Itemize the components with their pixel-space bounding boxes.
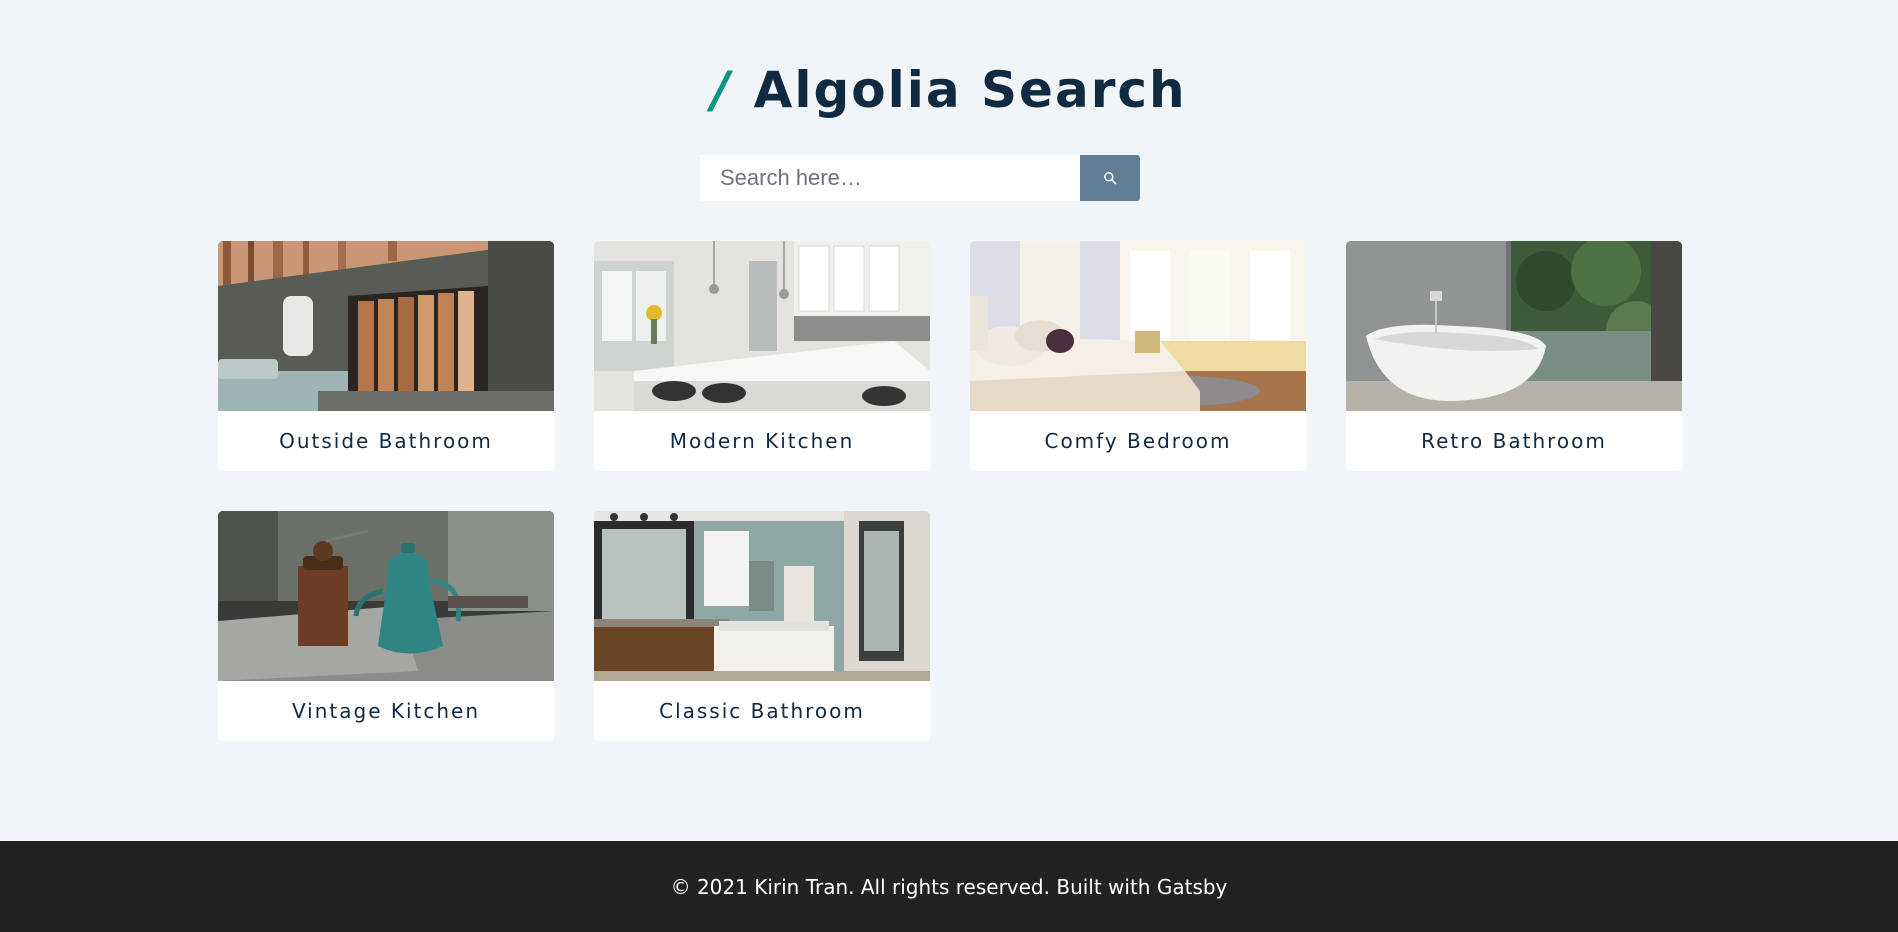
footer: © 2021 Kirin Tran. All rights reserved. … [0,841,1898,932]
result-card[interactable]: Comfy Bedroom [970,241,1306,471]
page-title: / Algolia Search [0,58,1898,122]
search-input[interactable] [700,155,1080,201]
card-image-outside-bathroom[interactable] [218,241,554,411]
card-image-vintage-kitchen[interactable] [218,511,554,681]
result-card[interactable]: Modern Kitchen [594,241,930,471]
results-grid: Outside Bathroom Modern Kitchen Comfy Be… [218,241,1682,741]
card-image-retro-bathroom[interactable] [1346,241,1682,411]
result-card[interactable]: Outside Bathroom [218,241,554,471]
result-card[interactable]: Classic Bathroom [594,511,930,741]
title-slash: / [711,61,732,119]
card-title[interactable]: Modern Kitchen [594,411,930,471]
card-title[interactable]: Vintage Kitchen [218,681,554,741]
card-title[interactable]: Outside Bathroom [218,411,554,471]
card-title[interactable]: Classic Bathroom [594,681,930,741]
search-form [700,155,1140,201]
card-image-modern-kitchen[interactable] [594,241,930,411]
card-image-classic-bathroom[interactable] [594,511,930,681]
result-card[interactable]: Retro Bathroom [1346,241,1682,471]
search-icon [1104,172,1117,185]
card-title[interactable]: Comfy Bedroom [970,411,1306,471]
result-card[interactable]: Vintage Kitchen [218,511,554,741]
title-text: Algolia Search [753,61,1187,119]
footer-copyright: © 2021 Kirin Tran. All rights reserved. … [670,874,1228,899]
card-title[interactable]: Retro Bathroom [1346,411,1682,471]
card-image-comfy-bedroom[interactable] [970,241,1306,411]
search-button[interactable] [1080,155,1140,201]
